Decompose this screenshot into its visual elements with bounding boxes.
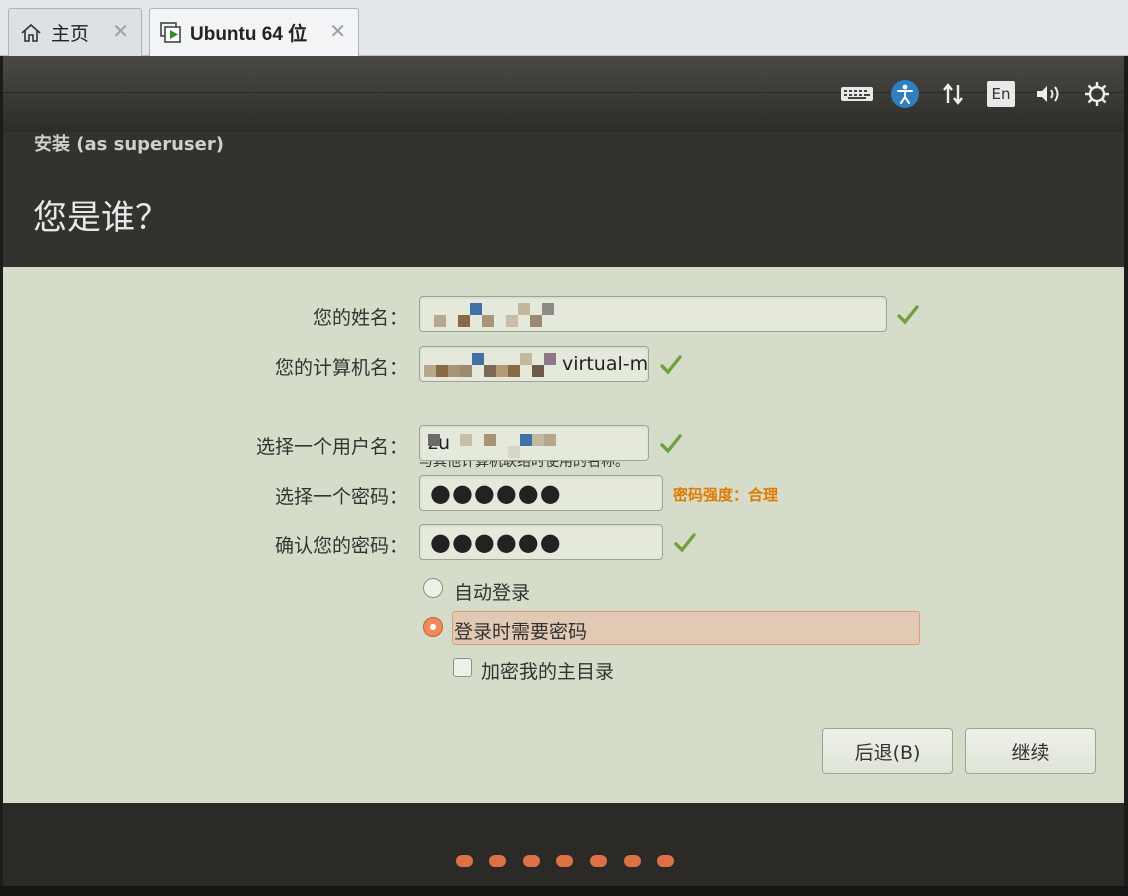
encrypt-home-checkbox[interactable] — [453, 658, 472, 677]
home-icon — [19, 21, 43, 45]
auto-login-radio[interactable] — [423, 578, 443, 598]
close-icon[interactable]: ✕ — [329, 19, 346, 43]
computer-name-valid-check-icon — [659, 353, 683, 377]
close-icon[interactable]: ✕ — [112, 19, 129, 43]
back-button[interactable]: 后退(B) — [822, 728, 953, 774]
keyboard-icon[interactable] — [840, 79, 874, 109]
tab-home[interactable]: 主页 ✕ — [8, 8, 142, 56]
tab-ubuntu-vm[interactable]: Ubuntu 64 位 ✕ — [149, 8, 359, 56]
computer-name-label: 您的计算机名： — [274, 357, 408, 379]
tab-vm-label: Ubuntu 64 位 — [190, 24, 308, 45]
password-value: ●●●●●● — [430, 479, 562, 507]
require-password-radio[interactable] — [423, 617, 443, 637]
power-gear-icon[interactable] — [1080, 79, 1114, 109]
accessibility-icon[interactable] — [888, 79, 922, 109]
language-label: En — [987, 81, 1015, 107]
progress-dot — [624, 855, 641, 867]
tab-strip: 主页 ✕ Ubuntu 64 位 ✕ — [0, 0, 1128, 56]
installer-subtitle: 安装 (as superuser) — [34, 134, 224, 155]
top-panel: En — [3, 56, 1124, 132]
progress-dot — [456, 855, 473, 867]
installer-progress-bar — [3, 803, 1124, 886]
progress-dot — [657, 855, 674, 867]
tab-home-label: 主页 — [51, 24, 90, 45]
username-label: 选择一个用户名： — [255, 436, 408, 458]
password-label: 选择一个密码： — [274, 486, 408, 508]
volume-icon[interactable] — [1032, 79, 1066, 109]
confirm-password-label: 确认您的密码： — [274, 535, 408, 557]
vm-screen: En 安装 (as superuser) 您是谁？ 您的姓名： 您的计算机名： … — [3, 56, 1124, 886]
name-label: 您的姓名： — [312, 307, 408, 329]
confirm-password-field[interactable]: ●●●●●● — [419, 524, 663, 560]
progress-dot — [556, 855, 573, 867]
progress-dot — [489, 855, 506, 867]
progress-dot — [590, 855, 607, 867]
name-field[interactable] — [419, 296, 887, 332]
username-valid-check-icon — [659, 432, 683, 456]
page-title: 您是谁？ — [33, 198, 169, 238]
language-icon[interactable]: En — [984, 79, 1018, 109]
password-field[interactable]: ●●●●●● — [419, 475, 663, 511]
computer-name-field[interactable]: virtual-m — [419, 346, 649, 382]
name-valid-check-icon — [896, 303, 920, 327]
vm-play-icon — [160, 21, 184, 45]
continue-button[interactable]: 继续 — [965, 728, 1096, 774]
confirm-password-value: ●●●●●● — [430, 528, 562, 556]
panel-indicators: En — [840, 78, 1114, 110]
username-field[interactable]: zu — [419, 425, 649, 461]
progress-dot — [523, 855, 540, 867]
who-are-you-form: 您的姓名： 您的计算机名： virtual-m 与其他计算机联络时使用的名称。 … — [3, 267, 1124, 803]
auto-login-label: 自动登录 — [454, 582, 531, 604]
computer-name-value: virtual-m — [562, 353, 649, 375]
password-strength: 密码强度：合理 — [673, 486, 779, 504]
confirm-valid-check-icon — [673, 531, 697, 555]
installer-header: 安装 (as superuser) 您是谁？ — [3, 132, 1124, 267]
screen-bottom-edge — [0, 886, 1128, 896]
require-password-label: 登录时需要密码 — [454, 621, 588, 643]
network-icon[interactable] — [936, 79, 970, 109]
encrypt-home-label: 加密我的主目录 — [481, 661, 615, 683]
